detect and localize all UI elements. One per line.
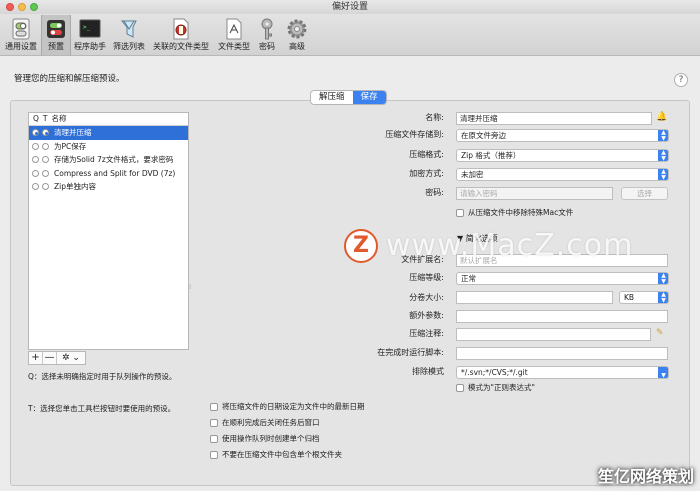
queue-hint: Q：选择未明确指定时用于队列操作的预设。 (28, 372, 177, 381)
preset-actions-menu[interactable]: ✲ ⌄ (57, 352, 85, 364)
zoom-window-button[interactable] (30, 3, 38, 11)
single-archive-queue-checkbox[interactable]: 使用操作队列时创建单个归档 (210, 433, 320, 444)
run-script-input[interactable] (456, 347, 668, 360)
remove-preset-button[interactable]: — (43, 352, 57, 364)
watermark-logo-icon: Z (344, 228, 378, 263)
preset-row[interactable]: Zip单独内容 (29, 180, 188, 194)
filter-icon (120, 20, 137, 38)
preset-row[interactable]: Compress and Split for DVD (7z) (29, 167, 188, 181)
queue-default-radio[interactable] (32, 129, 39, 137)
toolbar-file-types[interactable]: 文件类型 (216, 15, 252, 55)
format-select[interactable]: Zip 格式（推荐） ▲ ▼ (456, 149, 669, 162)
toolbar-default-radio[interactable] (42, 142, 49, 150)
split-size-label: 分卷大小: (409, 293, 444, 302)
column-t[interactable]: T (39, 113, 48, 125)
level-label: 压缩等级: (409, 273, 444, 282)
toolbar-advanced[interactable]: 高级 (284, 15, 310, 55)
gear-icon (287, 19, 307, 39)
pane-description: 管理您的压缩和解压缩预设。 (14, 74, 125, 84)
level-select[interactable]: 正常 ▲ ▼ (456, 272, 669, 285)
exclude-combobox[interactable]: */.svn;*/CVS;*/.git ▼ (456, 366, 669, 379)
chevron-updown-icon: ▲ ▼ (658, 130, 668, 141)
remove-mac-files-checkbox[interactable]: 从压缩文件中移除特殊Mac文件 (456, 207, 573, 218)
title-bar: 偏好设置 (0, 0, 700, 14)
preset-name-input[interactable]: 清理并压缩 (456, 112, 652, 125)
close-window-button[interactable] (6, 3, 14, 11)
chevron-updown-icon: ▲ ▼ (658, 169, 668, 180)
preset-row[interactable]: 清理并压缩 (29, 126, 188, 140)
toolbar-hint: T：选择您单击工具栏按钮时要使用的预设。 (28, 404, 176, 413)
toolbar-default-radio[interactable] (42, 169, 49, 177)
presets-icon (47, 20, 65, 38)
preset-list: Q T 名称 清理并压缩 为PC保存 存储为Solid 7z文件格式，要求密码 … (28, 112, 189, 350)
preset-row[interactable]: 存储为Solid 7z文件格式，要求密码 (29, 153, 188, 167)
format-label: 压缩格式: (409, 150, 444, 159)
save-location-label: 压缩文件存储到: (385, 130, 444, 139)
svg-text:>_: >_ (83, 24, 91, 31)
file-association-icon (173, 18, 189, 40)
split-size-input[interactable] (456, 291, 613, 304)
queue-default-radio[interactable] (32, 169, 39, 177)
password-input[interactable]: 请输入密码 (456, 187, 613, 200)
queue-default-radio[interactable] (32, 183, 39, 191)
preset-row[interactable]: 为PC保存 (29, 140, 188, 154)
split-unit-select[interactable]: KB ▲ ▼ (619, 291, 669, 304)
chevron-down-icon: ▼ (658, 367, 668, 378)
pencil-icon[interactable]: ✎ (656, 328, 664, 338)
switch-icon (12, 18, 30, 40)
comment-label: 压缩注释: (409, 329, 444, 338)
toolbar-default-radio[interactable] (42, 183, 49, 191)
toolbar-general[interactable]: 通用设置 (3, 15, 39, 55)
toolbar-presets[interactable]: 预置 (41, 15, 71, 55)
toolbar-helpers[interactable]: >_ 程序助手 (73, 15, 107, 55)
name-label: 名称: (425, 113, 444, 122)
extra-params-input[interactable] (456, 310, 668, 323)
terminal-icon: >_ (79, 19, 101, 38)
file-type-icon (226, 18, 242, 40)
toolbar-passwords[interactable]: 密码 (255, 15, 279, 55)
toolbar-default-radio[interactable] (42, 156, 49, 164)
queue-default-radio[interactable] (32, 142, 39, 150)
close-window-after-checkbox[interactable]: 在顺利完成后关闭任务后窗口 (210, 417, 320, 428)
help-button[interactable]: ? (674, 73, 688, 87)
regex-checkbox[interactable]: 模式为"正则表达式" (456, 382, 535, 393)
toolbar-default-radio[interactable] (42, 129, 49, 137)
add-preset-button[interactable]: + (29, 352, 43, 364)
save-location-select[interactable]: 在原文件旁边 ▲ ▼ (456, 129, 669, 142)
no-root-folder-checkbox[interactable]: 不要在压缩文件中包含单个根文件夹 (210, 449, 342, 460)
preset-mode-tabs: 解压缩 保存 (310, 90, 387, 105)
key-icon (261, 18, 273, 40)
window-title: 偏好设置 (331, 2, 368, 12)
preset-list-header: Q T 名称 (29, 113, 188, 126)
chevron-updown-icon: ▲ ▼ (658, 292, 668, 303)
tab-save[interactable]: 保存 (352, 91, 386, 104)
toolbar-filters[interactable]: 筛选列表 (110, 15, 148, 55)
preset-list-buttons: + — ✲ ⌄ (28, 351, 86, 365)
split-resize-handle[interactable]: ⁞ (189, 283, 191, 291)
chevron-updown-icon: ▲ ▼ (658, 273, 668, 284)
minimize-window-button[interactable] (18, 3, 26, 11)
password-choose-button[interactable]: 选择 (621, 187, 668, 200)
column-name[interactable]: 名称 (48, 113, 67, 125)
run-script-label: 在完成时运行脚本: (377, 348, 444, 357)
exclude-label: 排除模式 (412, 367, 444, 376)
encryption-select[interactable]: 未加密 ▲ ▼ (456, 168, 669, 181)
corner-watermark: 笙亿网络策划 (597, 467, 694, 486)
site-watermark: Z www.MacZ.com (344, 228, 633, 263)
watermark-text: www.MacZ.com (386, 228, 634, 263)
encryption-label: 加密方式: (409, 169, 444, 178)
tab-extract[interactable]: 解压缩 (311, 91, 353, 104)
password-label: 密码: (425, 188, 444, 197)
column-q[interactable]: Q (29, 113, 39, 125)
chevron-updown-icon: ▲ ▼ (658, 150, 668, 161)
toolbar-associated-file-types[interactable]: 关联的文件类型 (151, 15, 211, 55)
queue-default-radio[interactable] (32, 156, 39, 164)
set-latest-date-checkbox[interactable]: 将压缩文件的日期设定为文件中的最新日期 (210, 401, 365, 412)
bell-icon[interactable]: 🔔 (656, 112, 667, 122)
comment-input[interactable] (456, 328, 651, 341)
preferences-toolbar: 通用设置 预置 >_ 程序助手 筛选列表 关联的文件类型 文件类型 密码 高级 (0, 14, 700, 56)
extra-params-label: 额外参数: (409, 311, 444, 320)
